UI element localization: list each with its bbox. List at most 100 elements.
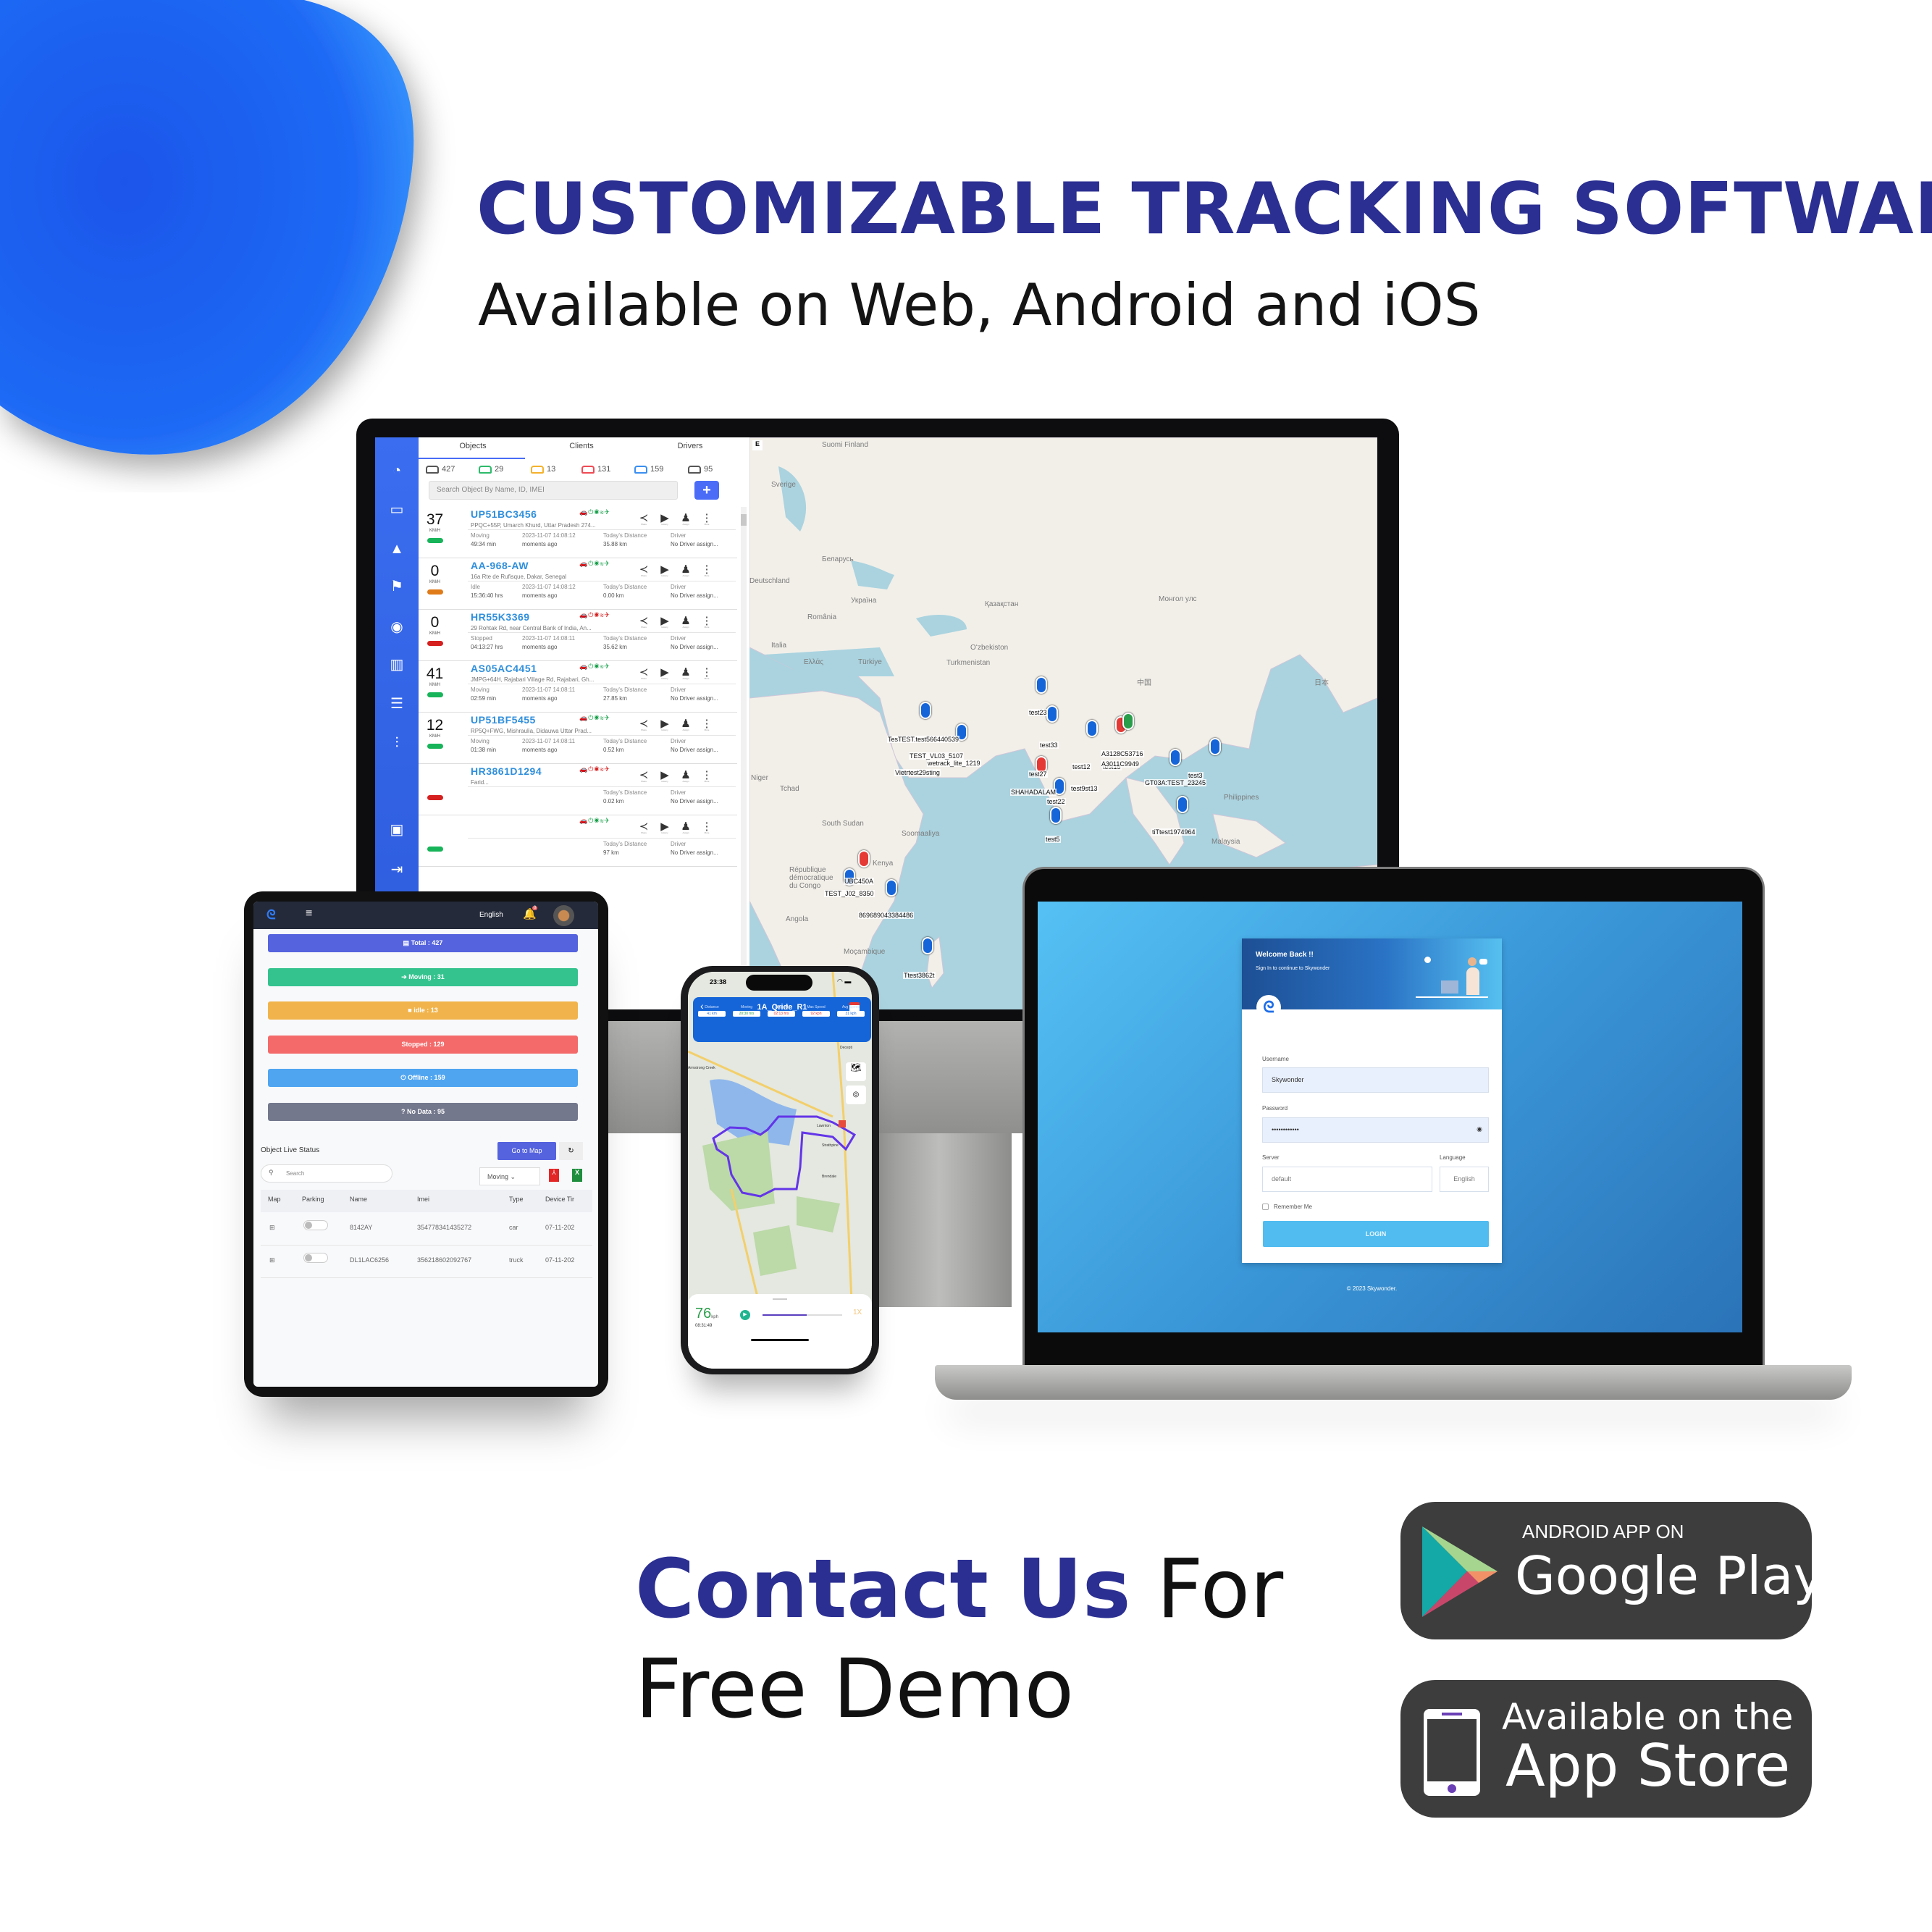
vehicle-marker-icon[interactable] bbox=[858, 850, 870, 868]
tab-drivers[interactable]: Drivers bbox=[636, 442, 744, 450]
vehicle-type: truck bbox=[509, 1256, 524, 1264]
map-layers-icon[interactable]: 🗺 bbox=[846, 1062, 866, 1081]
user-avatar[interactable] bbox=[553, 905, 574, 926]
parking-toggle[interactable] bbox=[303, 1253, 328, 1263]
add-object-button[interactable]: + bbox=[694, 481, 719, 500]
vehicle-marker-icon[interactable] bbox=[920, 702, 931, 719]
object-row[interactable]: 41 KM/H AS05AC4451 🚗⏻◉≋✈ JMPG+64H, Rajabari … bbox=[419, 661, 737, 713]
object-row[interactable]: 12 KM/H UP51BF5455 🚗⏻◉≋✈ RP5Q+FWG, Mishrauli… bbox=[419, 713, 737, 764]
status-button[interactable]: ■ idle : 13 bbox=[268, 1001, 578, 1020]
table-header-cell: Imei bbox=[417, 1196, 430, 1203]
vehicle-marker-icon[interactable] bbox=[1046, 705, 1058, 723]
password-input[interactable]: •••••••••••• ◉ bbox=[1262, 1117, 1489, 1143]
detail-label: Driver bbox=[671, 635, 686, 642]
action-label: Assign bbox=[682, 780, 689, 783]
play-button[interactable]: ▶ bbox=[740, 1310, 750, 1320]
vehicle-name: DL1LAC6256 bbox=[350, 1256, 390, 1264]
go-to-map-button[interactable]: Go to Map bbox=[497, 1142, 556, 1160]
vehicle-marker-icon[interactable] bbox=[886, 879, 897, 896]
status-count[interactable]: 95 bbox=[688, 465, 713, 474]
vehicle-plate[interactable]: AA-968-AW bbox=[471, 560, 529, 571]
map-icon[interactable]: ⊞ bbox=[269, 1256, 275, 1264]
show-password-eye-icon[interactable]: ◉ bbox=[1477, 1125, 1482, 1133]
marker-label: SHAHADALAM bbox=[1010, 789, 1057, 796]
object-row[interactable]: 🚗⏻◉≋✈ Today's Distance 97 km Driver No Drive… bbox=[419, 815, 737, 867]
status-count[interactable]: 427 bbox=[426, 465, 455, 474]
map-zoom-control[interactable]: E bbox=[752, 440, 763, 450]
server-input[interactable]: default bbox=[1262, 1167, 1432, 1192]
status-button[interactable]: ⏻ Offline : 159 bbox=[268, 1069, 578, 1087]
playback-slider[interactable] bbox=[763, 1314, 842, 1316]
vehicle-plate[interactable]: AS05AC4451 bbox=[471, 663, 537, 674]
for-text: For bbox=[1130, 1542, 1284, 1637]
vehicle-marker-icon[interactable] bbox=[1122, 713, 1134, 730]
marker-label: GT03A:TEST_23245 bbox=[1144, 779, 1207, 786]
vehicle-marker-icon[interactable] bbox=[1177, 796, 1188, 813]
google-play-badge[interactable]: ANDROID APP ON Google Play bbox=[1400, 1502, 1824, 1639]
language-selector[interactable]: English bbox=[479, 911, 503, 919]
detail-value: moments ago bbox=[522, 644, 558, 650]
vehicle-state-indicator bbox=[427, 795, 443, 800]
alert-icon[interactable]: ▲ bbox=[388, 540, 406, 558]
status-button[interactable]: Stopped : 129 bbox=[268, 1036, 578, 1054]
status-button[interactable]: ? No Data : 95 bbox=[268, 1103, 578, 1121]
list-icon[interactable]: ☰ bbox=[388, 695, 406, 713]
vehicle-plate[interactable]: UP51BC3456 bbox=[471, 508, 537, 520]
remember-me-checkbox[interactable] bbox=[1262, 1204, 1269, 1210]
username-input[interactable]: Skywonder bbox=[1262, 1067, 1489, 1093]
status-button[interactable]: ➔ Moving : 31 bbox=[268, 968, 578, 986]
vehicle-marker-icon[interactable] bbox=[1209, 738, 1221, 755]
object-row[interactable]: 37 KM/H UP51BC3456 🚗⏻◉≋✈ PPQC+55P, Umarch Kh… bbox=[419, 507, 737, 558]
calendar-icon[interactable]: ▣ bbox=[388, 821, 406, 839]
free-demo-text: Free Demo bbox=[635, 1642, 1075, 1736]
hamburger-menu-icon[interactable]: ≡ bbox=[306, 907, 312, 920]
status-filter-select[interactable]: Moving ⌄ bbox=[479, 1167, 540, 1185]
app-store-badge[interactable]: Available on the App Store bbox=[1400, 1680, 1812, 1818]
refresh-icon[interactable]: ↻ bbox=[559, 1142, 583, 1160]
tab-clients[interactable]: Clients bbox=[527, 442, 636, 450]
sliders-icon[interactable]: ⫶ bbox=[388, 734, 406, 752]
monitor-icon[interactable]: ▭ bbox=[388, 501, 406, 518]
action-label: More bbox=[704, 626, 710, 629]
object-row[interactable]: HR3861D1294 🚗⏻◉≋✈ Farid... Today's Distance… bbox=[419, 764, 737, 815]
object-row[interactable]: 0 KM/H HR55K3369 🚗⏻◉≋✈ 29 Rohtak Rd, near Ce… bbox=[419, 610, 737, 661]
vehicle-marker-icon[interactable] bbox=[1050, 807, 1062, 824]
vehicle-plate[interactable]: HR55K3369 bbox=[471, 611, 530, 623]
status-count[interactable]: 159 bbox=[634, 465, 663, 474]
excel-export-icon[interactable]: X bbox=[572, 1169, 582, 1182]
object-row[interactable]: 0 KM/H AA-968-AW 🚗⏻◉≋✈ 16a Rte de Rufisque, … bbox=[419, 558, 737, 610]
map-icon[interactable]: ⊞ bbox=[269, 1224, 275, 1232]
vehicle-address: Farid... bbox=[471, 779, 489, 786]
row-divider bbox=[468, 735, 736, 736]
language-select[interactable]: English bbox=[1440, 1167, 1489, 1192]
dashboard-icon[interactable]: ◔ bbox=[388, 462, 406, 479]
vehicle-marker-icon[interactable] bbox=[1169, 749, 1181, 766]
time-readout: 08:31:49 bbox=[695, 1324, 713, 1328]
login-button[interactable]: LOGIN bbox=[1263, 1221, 1489, 1247]
pdf-export-icon[interactable]: ⅄ bbox=[549, 1169, 559, 1182]
table-search-input[interactable]: ⚲ Search bbox=[261, 1164, 392, 1183]
logout-icon[interactable]: ⇥ bbox=[388, 861, 406, 878]
table-header: Map Parking Name Imei Type Device Tir bbox=[261, 1190, 592, 1212]
tab-objects[interactable]: Objects bbox=[419, 442, 527, 450]
list-scrollbar[interactable] bbox=[741, 507, 747, 1009]
parking-toggle[interactable] bbox=[303, 1220, 328, 1230]
chart-icon[interactable]: ▥ bbox=[388, 656, 406, 673]
vehicle-marker-icon[interactable] bbox=[1036, 676, 1047, 694]
status-button[interactable]: ▤ Total : 427 bbox=[268, 934, 578, 952]
vehicle-plate[interactable]: HR3861D1294 bbox=[471, 765, 542, 777]
status-count[interactable]: 131 bbox=[581, 465, 610, 474]
user-circle-icon[interactable]: ◉ bbox=[388, 618, 406, 636]
playback-speed-button[interactable]: 1X bbox=[853, 1309, 862, 1316]
flag-icon[interactable]: ⚑ bbox=[388, 578, 406, 595]
detail-label: 2023-11-07 14:08:11 bbox=[522, 635, 576, 642]
status-count[interactable]: 13 bbox=[531, 465, 555, 474]
traffic-icon[interactable]: ◎ bbox=[846, 1085, 866, 1104]
vehicle-state-indicator bbox=[427, 692, 443, 697]
status-button-label: Moving : 31 bbox=[408, 973, 445, 980]
status-count[interactable]: 29 bbox=[479, 465, 503, 474]
object-search-input[interactable]: Search Object By Name, ID, IMEI bbox=[429, 481, 678, 500]
vehicle-marker-icon[interactable] bbox=[922, 937, 933, 954]
vehicle-marker-icon[interactable] bbox=[1086, 720, 1098, 737]
vehicle-plate[interactable]: UP51BF5455 bbox=[471, 714, 536, 726]
